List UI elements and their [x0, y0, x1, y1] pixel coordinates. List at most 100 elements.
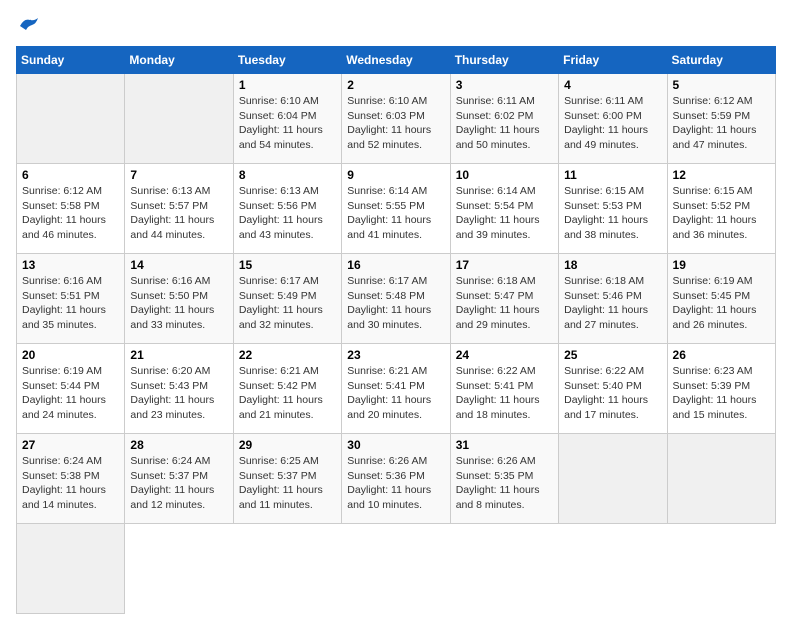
day-number: 31 [456, 438, 553, 452]
day-number: 30 [347, 438, 444, 452]
calendar-cell: 20Sunrise: 6:19 AMSunset: 5:44 PMDayligh… [17, 344, 125, 434]
day-info: Sunrise: 6:23 AMSunset: 5:39 PMDaylight:… [673, 364, 770, 423]
day-number: 17 [456, 258, 553, 272]
day-number: 19 [673, 258, 770, 272]
calendar-cell: 31 Sunrise: 6:26 AMSunset: 5:35 PMDayligh… [450, 434, 558, 524]
calendar-row: 20Sunrise: 6:19 AMSunset: 5:44 PMDayligh… [17, 344, 776, 434]
day-info: Sunrise: 6:10 AMSunset: 6:03 PMDaylight:… [347, 94, 444, 153]
day-number: 18 [564, 258, 661, 272]
day-number: 15 [239, 258, 336, 272]
calendar-cell: 25Sunrise: 6:22 AMSunset: 5:40 PMDayligh… [559, 344, 667, 434]
calendar-cell: 8 Sunrise: 6:13 AMSunset: 5:56 PMDaylight… [233, 164, 341, 254]
calendar-cell: 17Sunrise: 6:18 AMSunset: 5:47 PMDayligh… [450, 254, 558, 344]
calendar-row: 6 Sunrise: 6:12 AMSunset: 5:58 PMDaylight… [17, 164, 776, 254]
day-number: 9 [347, 168, 444, 182]
day-info: Sunrise: 6:22 AMSunset: 5:41 PMDaylight:… [456, 364, 553, 423]
calendar-row: 13 Sunrise: 6:16 AMSunset: 5:51 PMDayligh… [17, 254, 776, 344]
calendar-cell: 11Sunrise: 6:15 AMSunset: 5:53 PMDayligh… [559, 164, 667, 254]
day-number: 14 [130, 258, 227, 272]
weekday-header-sunday: Sunday [17, 47, 125, 74]
calendar-row [17, 524, 776, 614]
calendar-cell: 22Sunrise: 6:21 AMSunset: 5:42 PMDayligh… [233, 344, 341, 434]
day-info: Sunrise: 6:20 AMSunset: 5:43 PMDaylight:… [130, 364, 227, 423]
calendar-cell: 30 Sunrise: 6:26 AMSunset: 5:36 PMDayligh… [342, 434, 450, 524]
weekday-header-row: SundayMondayTuesdayWednesdayThursdayFrid… [17, 47, 776, 74]
calendar-cell: 26Sunrise: 6:23 AMSunset: 5:39 PMDayligh… [667, 344, 775, 434]
calendar-cell: 16 Sunrise: 6:17 AMSunset: 5:48 PMDayligh… [342, 254, 450, 344]
weekday-header-wednesday: Wednesday [342, 47, 450, 74]
calendar-cell: 10 Sunrise: 6:14 AMSunset: 5:54 PMDayligh… [450, 164, 558, 254]
day-info: Sunrise: 6:19 AMSunset: 5:45 PMDaylight:… [673, 274, 770, 333]
day-number: 27 [22, 438, 119, 452]
day-info: Sunrise: 6:14 AMSunset: 5:55 PMDaylight:… [347, 184, 444, 243]
calendar-cell: 12 Sunrise: 6:15 AMSunset: 5:52 PMDayligh… [667, 164, 775, 254]
day-number: 3 [456, 78, 553, 92]
day-info: Sunrise: 6:18 AMSunset: 5:46 PMDaylight:… [564, 274, 661, 333]
day-number: 29 [239, 438, 336, 452]
calendar-cell [125, 74, 233, 164]
calendar-cell: 24Sunrise: 6:22 AMSunset: 5:41 PMDayligh… [450, 344, 558, 434]
day-info: Sunrise: 6:12 AMSunset: 5:58 PMDaylight:… [22, 184, 119, 243]
day-info: Sunrise: 6:12 AMSunset: 5:59 PMDaylight:… [673, 94, 770, 153]
day-number: 20 [22, 348, 119, 362]
calendar-cell: 1 Sunrise: 6:10 AMSunset: 6:04 PMDaylight… [233, 74, 341, 164]
day-info: Sunrise: 6:14 AMSunset: 5:54 PMDaylight:… [456, 184, 553, 243]
calendar-cell: 27 Sunrise: 6:24 AMSunset: 5:38 PMDayligh… [17, 434, 125, 524]
calendar-cell: 18 Sunrise: 6:18 AMSunset: 5:46 PMDayligh… [559, 254, 667, 344]
weekday-header-thursday: Thursday [450, 47, 558, 74]
logo [16, 16, 40, 38]
day-info: Sunrise: 6:24 AMSunset: 5:37 PMDaylight:… [130, 454, 227, 513]
logo-bird-icon [18, 16, 40, 34]
day-info: Sunrise: 6:25 AMSunset: 5:37 PMDaylight:… [239, 454, 336, 513]
day-info: Sunrise: 6:26 AMSunset: 5:36 PMDaylight:… [347, 454, 444, 513]
calendar-cell: 3 Sunrise: 6:11 AMSunset: 6:02 PMDaylight… [450, 74, 558, 164]
calendar-cell: 29 Sunrise: 6:25 AMSunset: 5:37 PMDayligh… [233, 434, 341, 524]
calendar-cell: 9 Sunrise: 6:14 AMSunset: 5:55 PMDaylight… [342, 164, 450, 254]
day-info: Sunrise: 6:10 AMSunset: 6:04 PMDaylight:… [239, 94, 336, 153]
day-number: 28 [130, 438, 227, 452]
weekday-header-friday: Friday [559, 47, 667, 74]
day-number: 22 [239, 348, 336, 362]
day-info: Sunrise: 6:11 AMSunset: 6:00 PMDaylight:… [564, 94, 661, 153]
calendar-cell: 19 Sunrise: 6:19 AMSunset: 5:45 PMDayligh… [667, 254, 775, 344]
weekday-header-tuesday: Tuesday [233, 47, 341, 74]
day-number: 13 [22, 258, 119, 272]
day-info: Sunrise: 6:21 AMSunset: 5:41 PMDaylight:… [347, 364, 444, 423]
day-number: 16 [347, 258, 444, 272]
day-number: 11 [564, 168, 661, 182]
day-number: 21 [130, 348, 227, 362]
calendar-cell [17, 524, 125, 614]
page-header [16, 16, 776, 38]
calendar-cell: 13 Sunrise: 6:16 AMSunset: 5:51 PMDayligh… [17, 254, 125, 344]
calendar-cell: 28 Sunrise: 6:24 AMSunset: 5:37 PMDayligh… [125, 434, 233, 524]
calendar-cell: 5Sunrise: 6:12 AMSunset: 5:59 PMDaylight… [667, 74, 775, 164]
day-info: Sunrise: 6:11 AMSunset: 6:02 PMDaylight:… [456, 94, 553, 153]
day-info: Sunrise: 6:17 AMSunset: 5:49 PMDaylight:… [239, 274, 336, 333]
day-info: Sunrise: 6:26 AMSunset: 5:35 PMDaylight:… [456, 454, 553, 513]
day-number: 8 [239, 168, 336, 182]
day-info: Sunrise: 6:15 AMSunset: 5:52 PMDaylight:… [673, 184, 770, 243]
day-number: 12 [673, 168, 770, 182]
calendar-cell: 4Sunrise: 6:11 AMSunset: 6:00 PMDaylight… [559, 74, 667, 164]
day-number: 10 [456, 168, 553, 182]
calendar-cell: 15 Sunrise: 6:17 AMSunset: 5:49 PMDayligh… [233, 254, 341, 344]
day-info: Sunrise: 6:13 AMSunset: 5:56 PMDaylight:… [239, 184, 336, 243]
calendar-cell: 14Sunrise: 6:16 AMSunset: 5:50 PMDayligh… [125, 254, 233, 344]
day-number: 6 [22, 168, 119, 182]
calendar-cell: 7 Sunrise: 6:13 AMSunset: 5:57 PMDaylight… [125, 164, 233, 254]
calendar-cell [559, 434, 667, 524]
day-number: 2 [347, 78, 444, 92]
day-info: Sunrise: 6:16 AMSunset: 5:51 PMDaylight:… [22, 274, 119, 333]
day-info: Sunrise: 6:17 AMSunset: 5:48 PMDaylight:… [347, 274, 444, 333]
calendar-cell: 21 Sunrise: 6:20 AMSunset: 5:43 PMDayligh… [125, 344, 233, 434]
day-number: 1 [239, 78, 336, 92]
weekday-header-monday: Monday [125, 47, 233, 74]
day-info: Sunrise: 6:24 AMSunset: 5:38 PMDaylight:… [22, 454, 119, 513]
day-info: Sunrise: 6:22 AMSunset: 5:40 PMDaylight:… [564, 364, 661, 423]
day-number: 7 [130, 168, 227, 182]
day-info: Sunrise: 6:13 AMSunset: 5:57 PMDaylight:… [130, 184, 227, 243]
calendar-row: 27 Sunrise: 6:24 AMSunset: 5:38 PMDayligh… [17, 434, 776, 524]
calendar-cell: 2 Sunrise: 6:10 AMSunset: 6:03 PMDaylight… [342, 74, 450, 164]
calendar-table: SundayMondayTuesdayWednesdayThursdayFrid… [16, 46, 776, 614]
calendar-cell [17, 74, 125, 164]
